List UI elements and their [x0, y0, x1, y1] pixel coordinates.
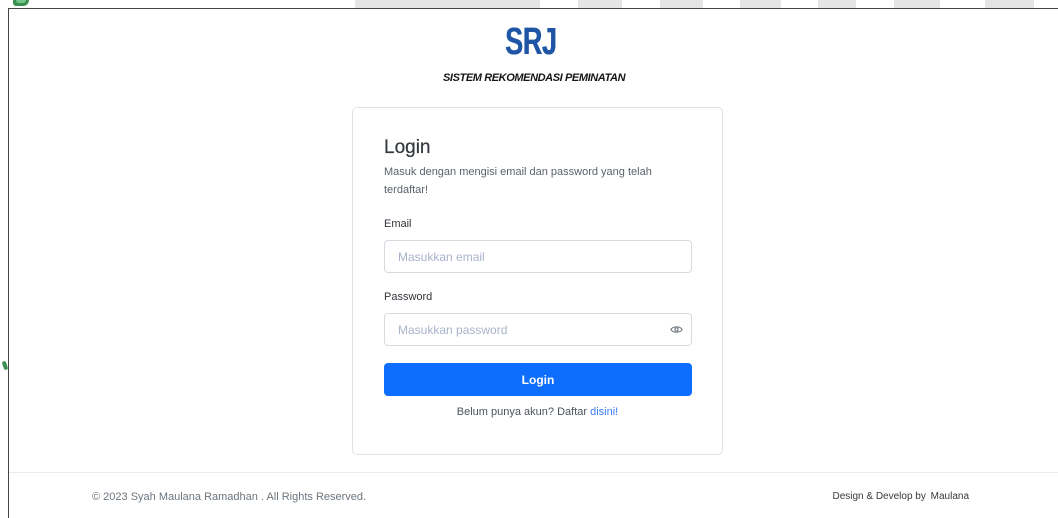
login-button[interactable]: Login — [384, 363, 692, 396]
background-strip-block — [578, 0, 622, 8]
background-strip-block — [894, 0, 940, 8]
email-input[interactable] — [384, 240, 692, 273]
page-footer: © 2023 Syah Maulana Ramadhan . All Right… — [9, 472, 1058, 518]
password-field — [384, 313, 692, 346]
login-title: Login — [384, 137, 431, 158]
register-prompt-text: Belum punya akun? Daftar — [456, 406, 588, 418]
credit-prefix: Design & Develop by — [832, 491, 926, 502]
copyright-text: © 2023 Syah Maulana Ramadhan . All Right… — [92, 491, 367, 503]
register-link[interactable]: disini! — [590, 406, 618, 418]
app-tagline: SISTEM REKOMENDASI PEMINATAN — [443, 72, 626, 84]
login-instructions: Masuk dengan mengisi email dan password … — [384, 166, 652, 196]
background-strip-block — [818, 0, 856, 8]
background-app-icon — [13, 0, 29, 6]
credit-text: Design & Develop by Maulana — [832, 490, 969, 504]
show-password-toggle[interactable] — [669, 313, 684, 346]
srj-logo: SRJ — [505, 21, 557, 63]
browser-viewport: SRJ SISTEM REKOMENDASI PEMINATAN Login M… — [8, 8, 1058, 518]
eye-icon — [670, 326, 683, 333]
password-input[interactable] — [384, 313, 692, 346]
email-label: Email — [384, 218, 412, 230]
background-strip-block — [985, 0, 1034, 8]
background-strip-block — [740, 0, 781, 8]
register-prompt: Belum punya akun? Daftar disini! — [353, 405, 722, 419]
background-strip-block — [355, 0, 540, 8]
login-card: Login Masuk dengan mengisi email dan pas… — [352, 107, 723, 455]
background-strip-block — [660, 0, 703, 8]
credit-author-link[interactable]: Maulana — [931, 491, 969, 502]
password-label: Password — [384, 291, 433, 303]
